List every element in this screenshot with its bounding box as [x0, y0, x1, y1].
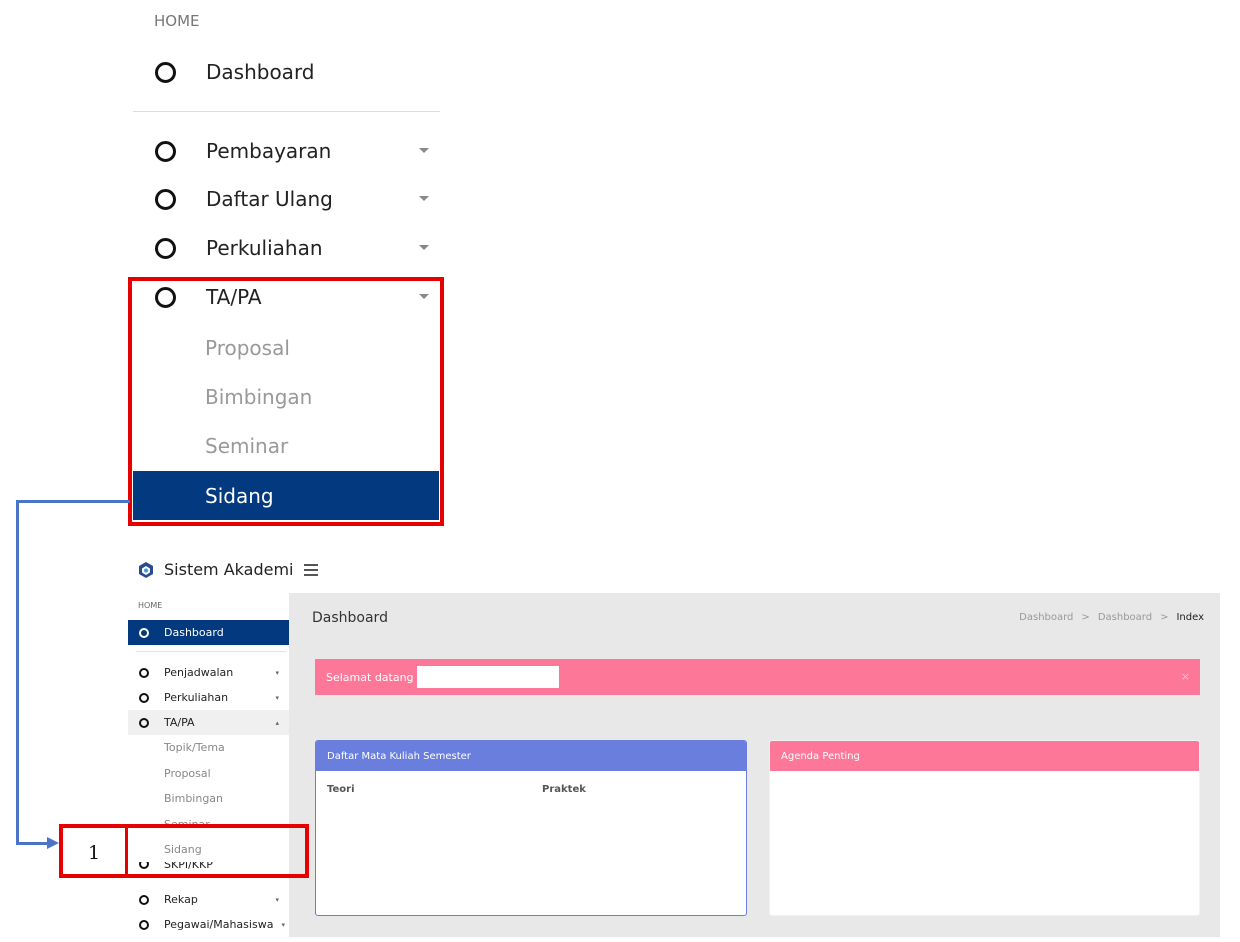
- caret-down-icon: [419, 148, 429, 153]
- breadcrumb-link[interactable]: Dashboard: [1098, 612, 1152, 623]
- sidebar: HOME Dashboard Penjadwalan ▾ Perkuliahan…: [128, 593, 289, 942]
- alert-text: Selamat datang: [326, 670, 414, 684]
- breadcrumb: Dashboard > Dashboard > Index: [1019, 612, 1204, 623]
- app-title: Sistem Akademik: [164, 560, 292, 579]
- zoom-home-label: HOME: [154, 12, 200, 30]
- zoom-menu-label: Dashboard: [206, 60, 315, 84]
- circle-icon: [155, 188, 176, 210]
- caret-down-icon: [419, 196, 429, 201]
- arrow-right-icon: [47, 837, 59, 849]
- sidebar-item-tapa[interactable]: TA/PA ▴: [128, 710, 289, 735]
- sidebar-divider: [136, 651, 286, 652]
- zoom-divider: [133, 111, 440, 112]
- sidebar-item-label: TA/PA: [164, 716, 195, 729]
- sidebar-subitem-bimbingan[interactable]: Bimbingan: [164, 786, 223, 811]
- circle-icon: [155, 61, 176, 83]
- circle-icon: [139, 919, 149, 930]
- breadcrumb-separator: >: [1160, 612, 1169, 623]
- caret-up-icon: ▴: [275, 718, 279, 727]
- zoom-menu-perkuliahan[interactable]: Perkuliahan: [133, 224, 439, 272]
- sidebar-item-label: Dashboard: [164, 626, 224, 639]
- card-title: Agenda Penting: [770, 741, 1199, 771]
- course-list-card: Daftar Mata Kuliah Semester Teori Prakte…: [315, 740, 747, 916]
- zoom-menu-label: Daftar Ulang: [206, 187, 333, 211]
- sidebar-item-penjadwalan[interactable]: Penjadwalan ▾: [128, 660, 289, 685]
- sidebar-subitem-topik[interactable]: Topik/Tema: [164, 735, 225, 760]
- sidebar-item-label: Pegawai/Mahasiswa: [164, 918, 274, 931]
- zoom-menu-label: Pembayaran: [206, 139, 332, 163]
- circle-icon: [139, 717, 149, 728]
- circle-icon: [139, 894, 149, 905]
- close-icon[interactable]: ×: [1181, 670, 1190, 683]
- page-title: Dashboard: [312, 610, 388, 626]
- logo-icon: [139, 561, 153, 578]
- caret-down-icon: ▾: [275, 693, 279, 702]
- connector-line-bottom: [16, 842, 48, 845]
- sidebar-item-perkuliahan[interactable]: Perkuliahan ▾: [128, 685, 289, 710]
- sidebar-subitem-proposal[interactable]: Proposal: [164, 761, 211, 786]
- zoom-menu-dashboard[interactable]: Dashboard: [133, 48, 439, 96]
- sidebar-item-pegawai[interactable]: Pegawai/Mahasiswa ▾: [128, 912, 289, 937]
- caret-down-icon: ▾: [275, 895, 279, 904]
- zoom-menu-label: Perkuliahan: [206, 236, 323, 260]
- card-title: Daftar Mata Kuliah Semester: [316, 741, 746, 771]
- circle-icon: [155, 237, 176, 259]
- main-content: Dashboard Dashboard > Dashboard > Index …: [289, 593, 1220, 937]
- callout-divider: [125, 826, 128, 876]
- sidebar-item-label: Perkuliahan: [164, 691, 229, 704]
- redacted-user-name: [416, 666, 559, 688]
- welcome-alert: Selamat datang ×: [315, 659, 1200, 695]
- breadcrumb-link[interactable]: Dashboard: [1019, 612, 1073, 623]
- circle-icon: [139, 627, 149, 638]
- zoom-menu-pembayaran[interactable]: Pembayaran: [133, 127, 439, 175]
- circle-icon: [155, 140, 176, 162]
- column-header-theory: Teori: [327, 784, 355, 795]
- zoom-highlight-box: [128, 277, 444, 526]
- breadcrumb-separator: >: [1081, 612, 1090, 623]
- caret-down-icon: ▾: [281, 920, 285, 929]
- connector-line-vertical: [16, 500, 19, 845]
- zoom-menu-daftar-ulang[interactable]: Daftar Ulang: [133, 175, 439, 223]
- breadcrumb-current: Index: [1176, 612, 1204, 623]
- sidebar-home-label: HOME: [138, 601, 163, 610]
- callout-number: 1: [88, 842, 101, 864]
- agenda-card: Agenda Penting: [769, 740, 1200, 916]
- sidebar-item-rekap[interactable]: Rekap ▾: [128, 887, 289, 912]
- caret-down-icon: ▾: [275, 668, 279, 677]
- hamburger-menu-icon[interactable]: [304, 564, 318, 579]
- circle-icon: [139, 667, 149, 678]
- sidebar-item-label: Penjadwalan: [164, 666, 234, 679]
- brand: Sistem Akademik: [138, 560, 292, 579]
- sidebar-item-dashboard[interactable]: Dashboard: [128, 620, 289, 645]
- circle-icon: [139, 692, 149, 703]
- sidebar-item-label: Rekap: [164, 893, 198, 906]
- column-header-practice: Praktek: [542, 784, 586, 795]
- caret-down-icon: [419, 245, 429, 250]
- connector-line-top: [16, 500, 130, 503]
